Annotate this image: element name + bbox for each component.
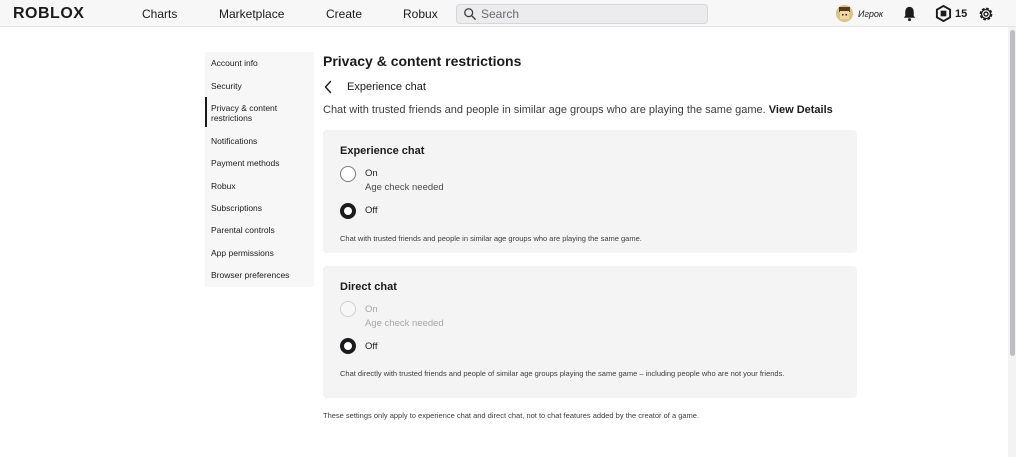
sidebar-item-account-info[interactable]: Account info <box>205 58 314 68</box>
bell-icon[interactable] <box>901 5 918 22</box>
description-text: Chat with trusted friends and people in … <box>323 104 766 116</box>
robux-balance[interactable]: 15 <box>955 8 967 20</box>
search-input[interactable] <box>481 6 701 22</box>
nav-link-robux[interactable]: Robux <box>403 7 438 21</box>
radio-label-off[interactable]: Off <box>365 205 378 216</box>
sidebar-item-payment-methods[interactable]: Payment methods <box>205 158 314 168</box>
search-icon <box>464 8 476 20</box>
avatar-head-icon <box>836 5 853 22</box>
direct-chat-off-radio[interactable] <box>340 338 356 354</box>
radio-label-on[interactable]: On <box>365 168 378 179</box>
username[interactable]: Игрок <box>858 9 883 19</box>
radio-label-on[interactable]: On <box>365 304 378 315</box>
experience-chat-off-radio[interactable] <box>340 203 356 219</box>
view-details-link[interactable]: View Details <box>769 104 833 116</box>
card-note: Chat with trusted friends and people in … <box>340 234 642 243</box>
radio-sublabel: Age check needed <box>365 318 444 329</box>
sidebar-item-privacy[interactable]: Privacy & content restrictions <box>205 97 305 127</box>
nav-link-charts[interactable]: Charts <box>142 7 177 21</box>
direct-chat-on-radio[interactable] <box>340 301 356 317</box>
card-note: Chat directly with trusted friends and p… <box>340 369 785 378</box>
sidebar-item-subscriptions[interactable]: Subscriptions <box>205 203 314 213</box>
card-title: Experience chat <box>340 145 425 157</box>
page-title: Privacy & content restrictions <box>323 53 522 69</box>
avatar[interactable] <box>836 5 853 22</box>
settings-sidebar: Account info Security Privacy & content … <box>205 52 314 287</box>
sidebar-item-notifications[interactable]: Notifications <box>205 136 314 146</box>
roblox-logo[interactable]: ROBLOX <box>13 5 84 23</box>
top-nav-bar: ROBLOX Charts Marketplace Create Robux И… <box>0 0 1016 27</box>
section-title: Experience chat <box>347 81 426 93</box>
sidebar-item-parental-controls[interactable]: Parental controls <box>205 225 314 235</box>
direct-chat-card: Direct chat On Age check needed Off Chat… <box>323 266 857 398</box>
radio-sublabel: Age check needed <box>365 182 444 193</box>
card-title: Direct chat <box>340 281 397 293</box>
section-description: Chat with trusted friends and people in … <box>323 104 833 116</box>
sidebar-item-security[interactable]: Security <box>205 81 314 91</box>
chevron-left-icon[interactable] <box>323 80 333 94</box>
sidebar-item-app-permissions[interactable]: App permissions <box>205 248 314 258</box>
robux-icon[interactable] <box>935 5 952 22</box>
footer-note: These settings only apply to experience … <box>323 411 700 420</box>
experience-chat-on-radio[interactable] <box>340 166 356 182</box>
nav-link-create[interactable]: Create <box>326 7 362 21</box>
experience-chat-card: Experience chat On Age check needed Off … <box>323 130 857 253</box>
scrollbar-thumb[interactable] <box>1010 30 1015 356</box>
sidebar-item-browser-preferences[interactable]: Browser preferences <box>205 270 314 280</box>
nav-link-marketplace[interactable]: Marketplace <box>219 7 284 21</box>
search-bar[interactable] <box>456 4 708 24</box>
gear-icon[interactable] <box>977 5 995 23</box>
sidebar-item-robux[interactable]: Robux <box>205 181 314 191</box>
radio-label-off[interactable]: Off <box>365 341 378 352</box>
